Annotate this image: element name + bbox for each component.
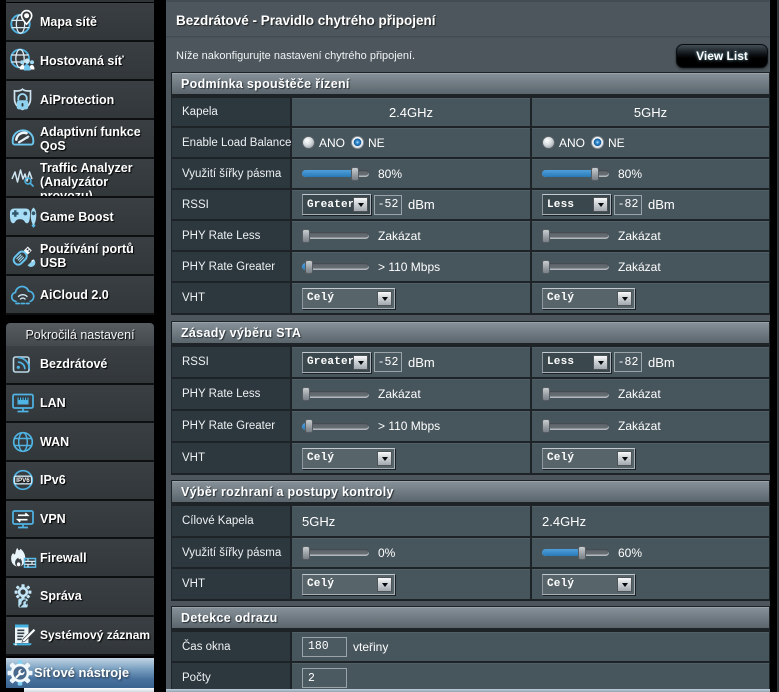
svg-text:IPV6: IPV6 [16, 478, 30, 485]
